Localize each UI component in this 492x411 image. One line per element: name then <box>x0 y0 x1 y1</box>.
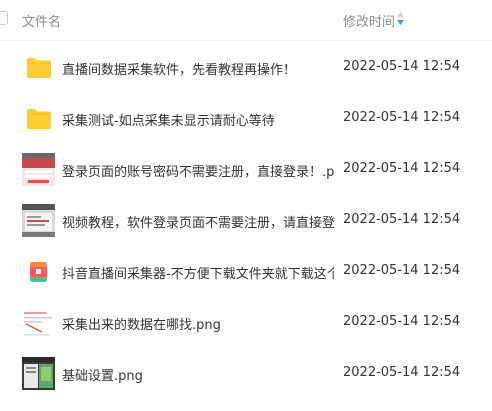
folder-icon <box>27 58 51 78</box>
file-row[interactable]: 登录页面的账号密码不需要注册，直接登录！.png 2022-05-14 12:5… <box>0 145 492 196</box>
sort-icon[interactable] <box>397 12 404 25</box>
file-name[interactable]: 基础设置.png <box>62 365 334 384</box>
app-icon <box>30 262 47 282</box>
image-thumbnail <box>22 306 55 339</box>
file-name[interactable]: 视频教程，软件登录页面不需要注册，请直接登... <box>62 212 334 231</box>
folder-icon <box>27 109 51 129</box>
file-name[interactable]: 采集测试-如点采集未显示请耐心等待 <box>62 110 334 129</box>
modified-time: 2022-05-14 12:54 <box>343 365 461 380</box>
modified-time: 2022-05-14 12:54 <box>343 314 461 329</box>
file-name[interactable]: 采集出来的数据在哪找.png <box>62 314 334 333</box>
file-row[interactable]: 抖音直播间采集器-不方便下载文件夹就下载这个... 2022-05-14 12:… <box>0 247 492 298</box>
file-row[interactable]: 直播间数据采集软件，先看教程再操作！ 2022-05-14 12:54 <box>0 43 492 94</box>
select-all-checkbox[interactable] <box>0 11 8 25</box>
modified-time: 2022-05-14 12:54 <box>343 161 461 176</box>
modified-time: 2022-05-14 12:54 <box>343 212 461 227</box>
file-list-header: 文件名 修改时间 <box>0 0 492 41</box>
image-thumbnail <box>22 204 55 237</box>
file-row[interactable]: 采集出来的数据在哪找.png 2022-05-14 12:54 <box>0 298 492 349</box>
file-row[interactable]: 视频教程，软件登录页面不需要注册，请直接登... 2022-05-14 12:5… <box>0 196 492 247</box>
modified-time: 2022-05-14 12:54 <box>343 110 461 125</box>
column-header-modified-time[interactable]: 修改时间 <box>343 11 395 30</box>
file-name[interactable]: 抖音直播间采集器-不方便下载文件夹就下载这个... <box>62 263 334 282</box>
image-thumbnail <box>22 153 55 186</box>
file-row[interactable]: 采集测试-如点采集未显示请耐心等待 2022-05-14 12:54 <box>0 94 492 145</box>
modified-time: 2022-05-14 12:54 <box>343 59 461 74</box>
file-name[interactable]: 直播间数据采集软件，先看教程再操作！ <box>62 59 334 78</box>
column-header-name[interactable]: 文件名 <box>22 11 61 30</box>
file-name[interactable]: 登录页面的账号密码不需要注册，直接登录！.png <box>62 161 334 180</box>
image-thumbnail <box>22 357 55 390</box>
file-row[interactable]: 基础设置.png 2022-05-14 12:54 <box>0 349 492 400</box>
modified-time: 2022-05-14 12:54 <box>343 263 461 278</box>
